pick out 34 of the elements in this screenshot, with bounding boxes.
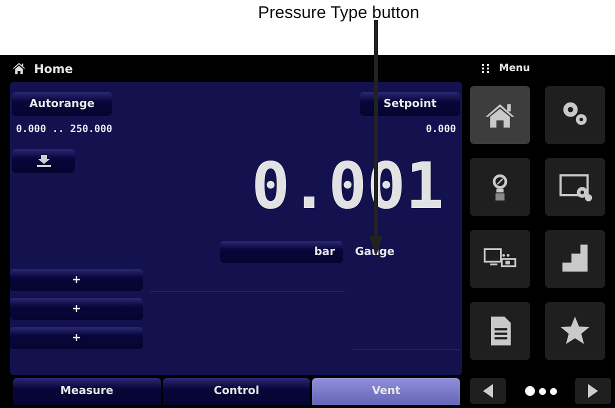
house-icon xyxy=(12,62,26,75)
setpoint-value: 0.000 xyxy=(426,123,456,137)
menu-title: Menu xyxy=(499,62,530,76)
range-text: 0.000 .. 250.000 xyxy=(16,123,112,137)
next-button[interactable] xyxy=(575,378,611,404)
download-icon xyxy=(36,154,52,167)
unit-field[interactable]: bar xyxy=(220,241,343,263)
plus-button[interactable]: + xyxy=(10,327,143,349)
right-arrow-icon xyxy=(588,384,598,398)
menu-tile[interactable] xyxy=(545,86,605,144)
menu-tile[interactable] xyxy=(545,230,605,288)
menu-tile[interactable] xyxy=(470,86,530,144)
annotation-label: Pressure Type button xyxy=(258,2,420,24)
menu-tile[interactable] xyxy=(470,302,530,360)
menu-tile[interactable] xyxy=(545,158,605,216)
title-bar-title: Home xyxy=(34,60,73,78)
previous-button[interactable] xyxy=(470,378,506,404)
plus-button[interactable]: + xyxy=(10,298,143,320)
pressure-reading: 0.001 xyxy=(251,155,444,219)
page-dot[interactable] xyxy=(538,388,546,394)
mode-tab[interactable]: Control xyxy=(162,378,310,405)
left-arrow-icon xyxy=(483,384,493,398)
menu-tile[interactable] xyxy=(545,302,605,360)
download-button[interactable] xyxy=(12,149,75,173)
grid-dots-icon xyxy=(482,64,489,73)
menu-tile[interactable] xyxy=(470,158,530,216)
pressure-type-label[interactable]: Gauge xyxy=(355,244,395,260)
menu-tile[interactable] xyxy=(470,230,530,288)
mode-tab[interactable]: Measure xyxy=(13,378,161,405)
plus-button[interactable]: + xyxy=(10,269,143,291)
page-dot[interactable] xyxy=(524,386,534,396)
setpoint-button[interactable]: Setpoint xyxy=(360,92,460,116)
page-dot[interactable] xyxy=(550,388,556,394)
autorange-button[interactable]: Autorange xyxy=(12,92,112,116)
